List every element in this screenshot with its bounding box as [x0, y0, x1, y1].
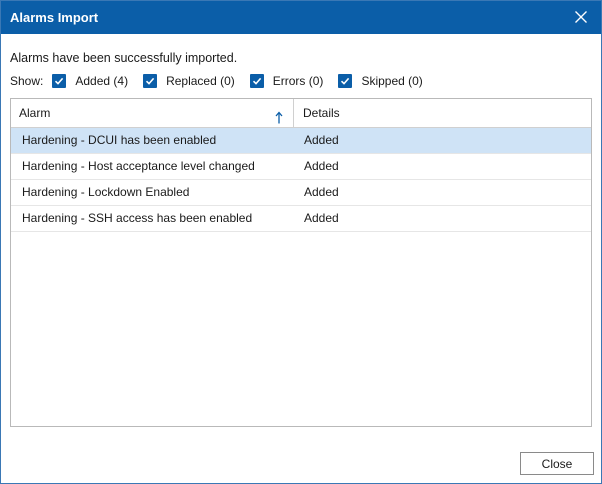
- title-bar: Alarms Import: [1, 1, 601, 34]
- import-status-message: Alarms have been successfully imported.: [10, 51, 238, 65]
- alarms-table: Alarm Details Hardening - DCUI has been …: [10, 98, 592, 427]
- column-header-details[interactable]: Details: [294, 99, 591, 127]
- table-header: Alarm Details: [11, 99, 591, 128]
- table-body: Hardening - DCUI has been enabled Added …: [11, 128, 591, 232]
- skipped-checkbox[interactable]: [338, 74, 353, 88]
- replaced-checkbox[interactable]: [143, 74, 158, 88]
- alarm-cell: Hardening - Host acceptance level change…: [22, 159, 255, 173]
- checkmark-icon: [341, 77, 350, 85]
- show-label: Show:: [10, 74, 44, 88]
- close-button[interactable]: Close: [520, 452, 594, 475]
- alarm-cell: Hardening - DCUI has been enabled: [22, 133, 217, 147]
- added-checkbox[interactable]: [52, 74, 67, 88]
- table-row[interactable]: Hardening - SSH access has been enabled …: [11, 206, 591, 232]
- alarm-cell: Hardening - SSH access has been enabled: [22, 211, 253, 225]
- close-icon[interactable]: [569, 5, 593, 29]
- alarm-cell: Hardening - Lockdown Enabled: [22, 185, 190, 199]
- checkmark-icon: [252, 77, 261, 85]
- checkmark-icon: [55, 77, 64, 85]
- added-label: Added (4): [75, 74, 129, 88]
- column-header-alarm[interactable]: Alarm: [11, 99, 294, 127]
- table-row[interactable]: Hardening - DCUI has been enabled Added: [11, 128, 591, 154]
- column-header-details-label: Details: [303, 106, 340, 120]
- details-cell: Added: [304, 211, 339, 225]
- alarms-import-dialog: Alarms Import Alarms have been successfu…: [0, 0, 602, 484]
- errors-checkbox[interactable]: [249, 74, 264, 88]
- show-filters: Show: Added (4) Replaced (0) Errors (0) …: [10, 73, 438, 89]
- details-cell: Added: [304, 185, 339, 199]
- table-row[interactable]: Hardening - Lockdown Enabled Added: [11, 180, 591, 206]
- errors-label: Errors (0): [272, 74, 324, 88]
- details-cell: Added: [304, 133, 339, 147]
- window-title: Alarms Import: [10, 10, 99, 25]
- checkmark-icon: [146, 77, 155, 85]
- filter-skipped[interactable]: Skipped (0): [338, 74, 423, 88]
- column-header-alarm-label: Alarm: [19, 106, 51, 120]
- replaced-label: Replaced (0): [166, 74, 235, 88]
- filter-errors[interactable]: Errors (0): [249, 74, 324, 88]
- filter-replaced[interactable]: Replaced (0): [143, 74, 235, 88]
- filter-added[interactable]: Added (4): [52, 74, 128, 88]
- table-row[interactable]: Hardening - Host acceptance level change…: [11, 154, 591, 180]
- details-cell: Added: [304, 159, 339, 173]
- skipped-label: Skipped (0): [361, 74, 423, 88]
